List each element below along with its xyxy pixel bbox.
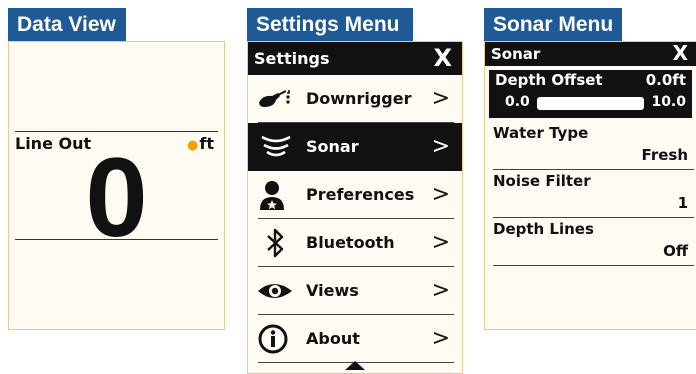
depth-offset-slider[interactable] xyxy=(537,97,644,110)
settings-menu-tag: Settings Menu xyxy=(247,8,413,41)
info-icon xyxy=(258,324,288,354)
depth-offset-label: Depth Offset xyxy=(495,71,603,89)
depth-offset-setting[interactable]: Depth Offset 0.0ft 0.0 10.0 xyxy=(489,70,692,118)
menu-item-preferences[interactable]: Preferences > xyxy=(248,171,462,219)
menu-item-label: Bluetooth xyxy=(306,233,395,252)
sonar-screen: Sonar X Depth Offset 0.0ft 0.0 10.0 Wate… xyxy=(484,41,696,330)
menu-item-about[interactable]: About > xyxy=(248,315,462,363)
scroll-up-icon[interactable] xyxy=(345,361,365,370)
noise-filter-setting[interactable]: Noise Filter 1 xyxy=(493,170,694,218)
close-button[interactable]: X xyxy=(673,42,688,65)
menu-item-sonar[interactable]: Sonar > xyxy=(248,123,462,171)
sonar-menu-panel: Sonar Menu Sonar X Depth Offset 0.0ft 0.… xyxy=(484,8,696,330)
setting-value: 1 xyxy=(677,194,688,212)
chevron-right-icon: > xyxy=(431,230,450,255)
chevron-right-icon: > xyxy=(431,86,450,111)
sonar-icon xyxy=(261,135,291,157)
menu-item-label: Preferences xyxy=(306,185,415,204)
close-button[interactable]: X xyxy=(433,42,452,75)
chevron-right-icon: > xyxy=(431,182,450,207)
setting-label: Water Type xyxy=(493,124,589,142)
slider-min-label: 0.0 xyxy=(505,94,530,110)
bluetooth-icon xyxy=(267,228,284,258)
menu-item-label: Views xyxy=(306,281,359,300)
depth-offset-value: 0.0ft xyxy=(645,71,686,89)
data-view-screen: Line Out ●ft 0 xyxy=(8,41,225,330)
chevron-right-icon: > xyxy=(431,278,450,303)
setting-label: Noise Filter xyxy=(493,172,591,190)
line-out-value: 0 xyxy=(85,135,148,260)
menu-item-downrigger[interactable]: Downrigger > xyxy=(248,75,462,123)
settings-header: Settings X xyxy=(248,42,462,75)
depth-lines-setting[interactable]: Depth Lines Off xyxy=(493,218,694,266)
settings-header-title: Settings xyxy=(254,49,330,68)
water-type-setting[interactable]: Water Type Fresh xyxy=(493,122,694,170)
chevron-right-icon: > xyxy=(431,134,450,159)
divider xyxy=(493,265,694,266)
bottom-divider xyxy=(15,239,218,240)
menu-item-label: About xyxy=(306,329,360,348)
sonar-menu-tag: Sonar Menu xyxy=(484,8,622,41)
settings-screen: Settings X Downrigger > Sonar > Preferen… xyxy=(247,41,463,374)
setting-label: Depth Lines xyxy=(493,220,594,238)
setting-value: Off xyxy=(663,242,688,260)
slider-max-label: 10.0 xyxy=(651,94,686,110)
chevron-right-icon: > xyxy=(431,326,450,351)
sonar-header-title: Sonar xyxy=(491,45,541,63)
menu-item-label: Sonar xyxy=(306,137,359,156)
top-divider xyxy=(15,131,218,132)
settings-menu-panel: Settings Menu Settings X Downrigger > So… xyxy=(247,8,463,374)
eye-icon xyxy=(258,284,292,298)
downrigger-icon xyxy=(259,90,290,107)
preferences-icon xyxy=(260,181,284,210)
setting-value: Fresh xyxy=(641,146,688,164)
sonar-header: Sonar X xyxy=(485,42,696,66)
menu-item-views[interactable]: Views > xyxy=(248,267,462,315)
menu-item-bluetooth[interactable]: Bluetooth > xyxy=(248,219,462,267)
data-view-tag: Data View xyxy=(8,8,126,41)
menu-item-label: Downrigger xyxy=(306,89,412,108)
data-view-panel: Data View Line Out ●ft 0 xyxy=(8,8,225,330)
